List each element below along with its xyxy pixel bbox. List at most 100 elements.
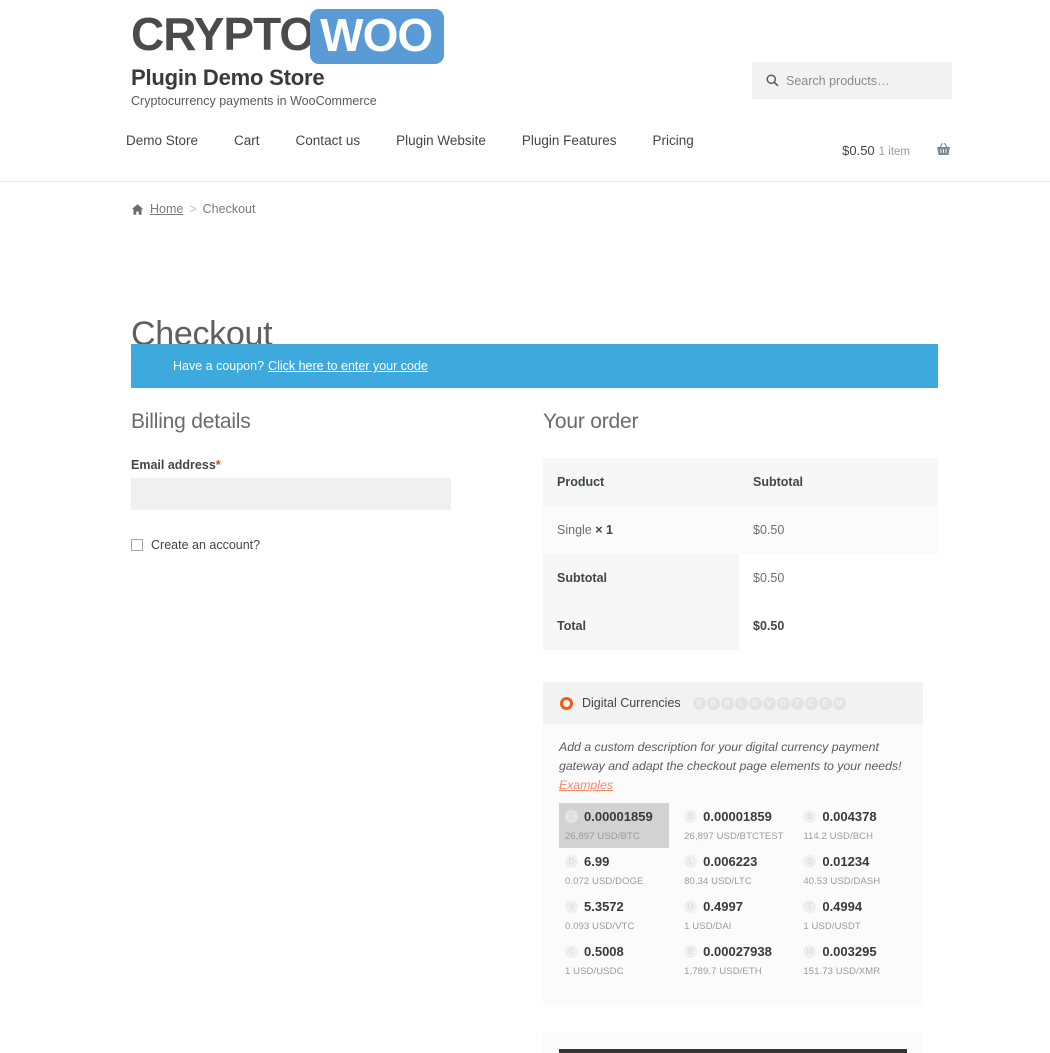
order-review-table: Product Subtotal Single × 1 $0.50 Subtot… bbox=[543, 458, 938, 650]
currency-option-row: L 0.006223 bbox=[684, 854, 784, 869]
cart-total: $0.50 bbox=[842, 143, 875, 158]
currency-option[interactable]: D 0.4997 1 USD/DAI bbox=[678, 893, 788, 938]
shopping-basket-icon bbox=[937, 142, 950, 156]
examples-link[interactable]: Examples bbox=[559, 778, 613, 792]
nav-item-pricing[interactable]: Pricing bbox=[652, 133, 711, 148]
currency-amount: 0.5008 bbox=[584, 944, 624, 960]
payment-method-label: Digital Currencies bbox=[582, 696, 681, 710]
create-account-row[interactable]: Create an account? bbox=[131, 538, 451, 552]
site-logo[interactable]: CRYPTO WOO bbox=[131, 8, 445, 64]
dai-icon[interactable]: D bbox=[684, 900, 698, 914]
currency-rate: 40.53 USD/DASH bbox=[803, 876, 881, 888]
vertcoin-icon[interactable]: V bbox=[565, 900, 578, 914]
bitcoin-testnet-icon: B bbox=[706, 696, 720, 710]
currency-option[interactable]: V 5.3572 0.093 USD/VTC bbox=[559, 893, 669, 938]
currency-rate: 0.093 USD/VTC bbox=[565, 921, 635, 933]
currency-option[interactable]: B 0.00001859 26,897 USD/BTC bbox=[559, 803, 669, 849]
coupon-notice: Have a coupon? Click here to enter your … bbox=[131, 344, 938, 388]
currency-option-row: M 0.003295 bbox=[803, 944, 903, 959]
place-order-button[interactable]: Place order bbox=[559, 1049, 907, 1053]
currency-option[interactable]: B 0.00001859 26,897 USD/BTCTEST bbox=[678, 803, 788, 848]
currency-option[interactable]: E 0.00027938 1,789.7 USD/ETH bbox=[678, 938, 788, 983]
nav-item-plugin-features[interactable]: Plugin Features bbox=[522, 133, 635, 148]
create-account-checkbox[interactable] bbox=[131, 539, 143, 551]
payment-description: Add a custom description for your digita… bbox=[559, 738, 907, 795]
currency-option[interactable]: M 0.003295 151.73 USD/XMR bbox=[797, 938, 907, 983]
payment-method-digital-currencies[interactable]: Digital Currencies BBBLDVDTCEM bbox=[543, 682, 923, 724]
nav-item-demo-store[interactable]: Demo Store bbox=[126, 133, 216, 148]
table-row: Subtotal $0.50 bbox=[543, 554, 938, 602]
email-label-text: Email address bbox=[131, 458, 216, 472]
site-header: CRYPTO WOO Plugin Demo Store Cryptocurren… bbox=[0, 0, 1050, 182]
table-row: Single × 1 $0.50 bbox=[543, 506, 938, 554]
column-header-subtotal: Subtotal bbox=[739, 458, 938, 506]
order-total-label: Total bbox=[543, 602, 739, 650]
breadcrumb-current: Checkout bbox=[202, 202, 256, 216]
breadcrumb: Home > Checkout bbox=[131, 202, 255, 216]
currency-option-row: E 0.00027938 bbox=[684, 944, 784, 959]
billing-heading: Billing details bbox=[131, 410, 251, 433]
currency-option-row: D 6.99 bbox=[565, 854, 665, 869]
currency-option-row: V 5.3572 bbox=[565, 899, 665, 914]
order-table-foot: Subtotal $0.50 Total $0.50 bbox=[543, 554, 938, 650]
order-total-value: $0.50 bbox=[739, 602, 938, 650]
bitcoin-testnet-icon[interactable]: B bbox=[684, 810, 698, 824]
dash-icon[interactable]: D bbox=[803, 855, 817, 869]
currency-rate: 1,789.7 USD/ETH bbox=[684, 966, 762, 978]
currency-option[interactable]: T 0.4994 1 USD/USDT bbox=[797, 893, 907, 938]
currency-option-row: B 0.00001859 bbox=[684, 809, 784, 824]
nav-item-cart[interactable]: Cart bbox=[234, 133, 278, 148]
payment-description-line-2: adapt the checkout page elements to your… bbox=[632, 759, 902, 774]
currency-amount: 0.00001859 bbox=[703, 809, 772, 825]
currency-option[interactable]: L 0.006223 80.34 USD/LTC bbox=[678, 848, 788, 893]
currency-amount: 0.004378 bbox=[822, 809, 877, 825]
currency-rate: 0.072 USD/DOGE bbox=[565, 876, 644, 888]
cart-item-count: 1 item bbox=[878, 146, 910, 158]
order-item-qty: × 1 bbox=[595, 523, 613, 537]
usdc-icon: C bbox=[804, 696, 818, 710]
bitcoin-icon[interactable]: B bbox=[565, 810, 578, 824]
dogecoin-icon[interactable]: D bbox=[565, 855, 578, 869]
currency-option[interactable]: B 0.004378 114.2 USD/BCH bbox=[797, 803, 907, 848]
search-input[interactable]: Search products… bbox=[752, 62, 952, 99]
ethereum-icon[interactable]: E bbox=[684, 945, 698, 959]
required-indicator: * bbox=[215, 458, 221, 472]
currency-option-row: D 0.4997 bbox=[684, 899, 784, 914]
monero-icon[interactable]: M bbox=[803, 945, 817, 959]
payment-methods-box: Digital Currencies BBBLDVDTCEM Add a cus… bbox=[543, 682, 923, 1006]
currency-amount: 0.006223 bbox=[703, 854, 758, 870]
currency-option-row: T 0.4994 bbox=[803, 899, 903, 914]
usdc-icon[interactable]: C bbox=[565, 945, 578, 959]
home-icon bbox=[131, 203, 144, 215]
payment-method-radio[interactable] bbox=[560, 696, 573, 710]
cart-button[interactable] bbox=[935, 141, 952, 163]
currency-amount: 0.01234 bbox=[822, 854, 870, 870]
coupon-prompt: Have a coupon? bbox=[173, 359, 265, 373]
currency-rate: 26,897 USD/BTCTEST bbox=[684, 831, 784, 843]
billing-column: Billing details Email address* Create an… bbox=[131, 410, 451, 552]
tether-icon[interactable]: T bbox=[803, 900, 817, 914]
vertcoin-icon: V bbox=[762, 696, 776, 710]
cart-summary[interactable]: $0.50 1 item bbox=[842, 143, 910, 158]
dai-icon: D bbox=[776, 696, 790, 710]
breadcrumb-separator: > bbox=[189, 202, 197, 216]
breadcrumb-home[interactable]: Home bbox=[150, 202, 183, 216]
currency-amount: 0.4994 bbox=[822, 899, 863, 915]
currency-rate: 114.2 USD/BCH bbox=[803, 831, 874, 843]
currency-amount: 0.4997 bbox=[703, 899, 743, 915]
nav-item-plugin-website[interactable]: Plugin Website bbox=[396, 133, 504, 148]
order-subtotal-value: $0.50 bbox=[739, 554, 938, 602]
currency-option[interactable]: D 6.99 0.072 USD/DOGE bbox=[559, 848, 669, 893]
order-item-name-cell: Single × 1 bbox=[543, 506, 739, 554]
coupon-toggle-link[interactable]: Click here to enter your code bbox=[268, 359, 428, 373]
currency-option[interactable]: D 0.01234 40.53 USD/DASH bbox=[797, 848, 907, 893]
column-header-product: Product bbox=[543, 458, 739, 506]
currency-option[interactable]: C 0.5008 1 USD/USDC bbox=[559, 938, 669, 983]
litecoin-icon[interactable]: L bbox=[684, 855, 698, 869]
email-field[interactable] bbox=[131, 478, 451, 510]
nav-item-contact-us[interactable]: Contact us bbox=[296, 133, 379, 148]
main-navigation: Demo Store Cart Contact us Plugin Websit… bbox=[126, 133, 730, 148]
ethereum-icon: E bbox=[818, 696, 832, 710]
bitcoin-icon: B bbox=[692, 696, 706, 710]
bitcoin-cash-icon[interactable]: B bbox=[803, 810, 817, 824]
